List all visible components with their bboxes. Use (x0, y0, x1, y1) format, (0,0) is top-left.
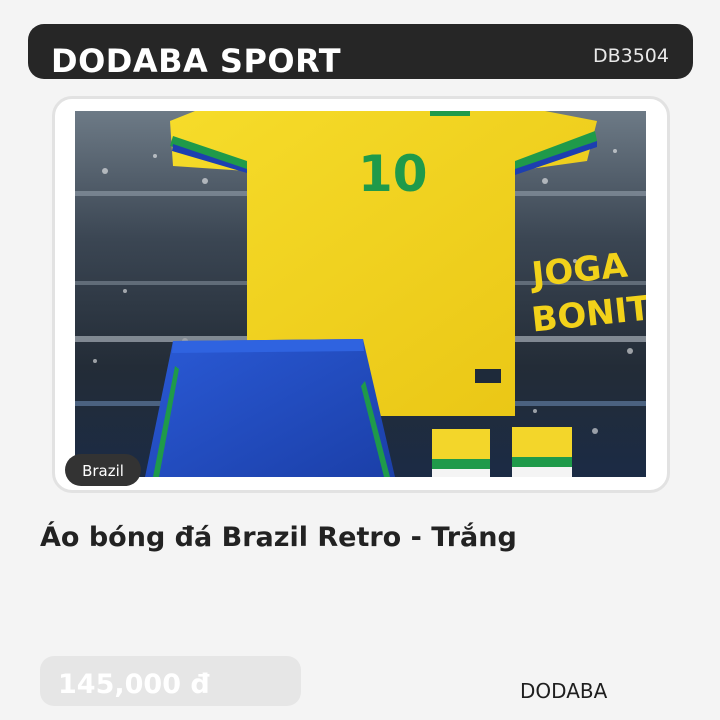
brazil-kit-illustration: 10 JOGA BONITO (75, 111, 646, 477)
shorts (145, 339, 395, 477)
product-title[interactable]: Áo bóng đá Brazil Retro - Trắng (40, 520, 517, 556)
product-code: DB3504 (592, 45, 669, 67)
category-tag[interactable]: Brazil (65, 454, 141, 486)
product-photo[interactable]: 10 JOGA BONITO (75, 111, 646, 477)
brand-name: DODABA SPORT (51, 42, 342, 80)
top-bar: DODABA SPORT DB3504 (28, 24, 693, 80)
product-price: 145,000 đ (58, 669, 210, 700)
jersey-number: 10 (358, 145, 428, 203)
vendor-name: DODABA (520, 679, 608, 703)
price-box[interactable]: 145,000 đ (40, 656, 301, 706)
